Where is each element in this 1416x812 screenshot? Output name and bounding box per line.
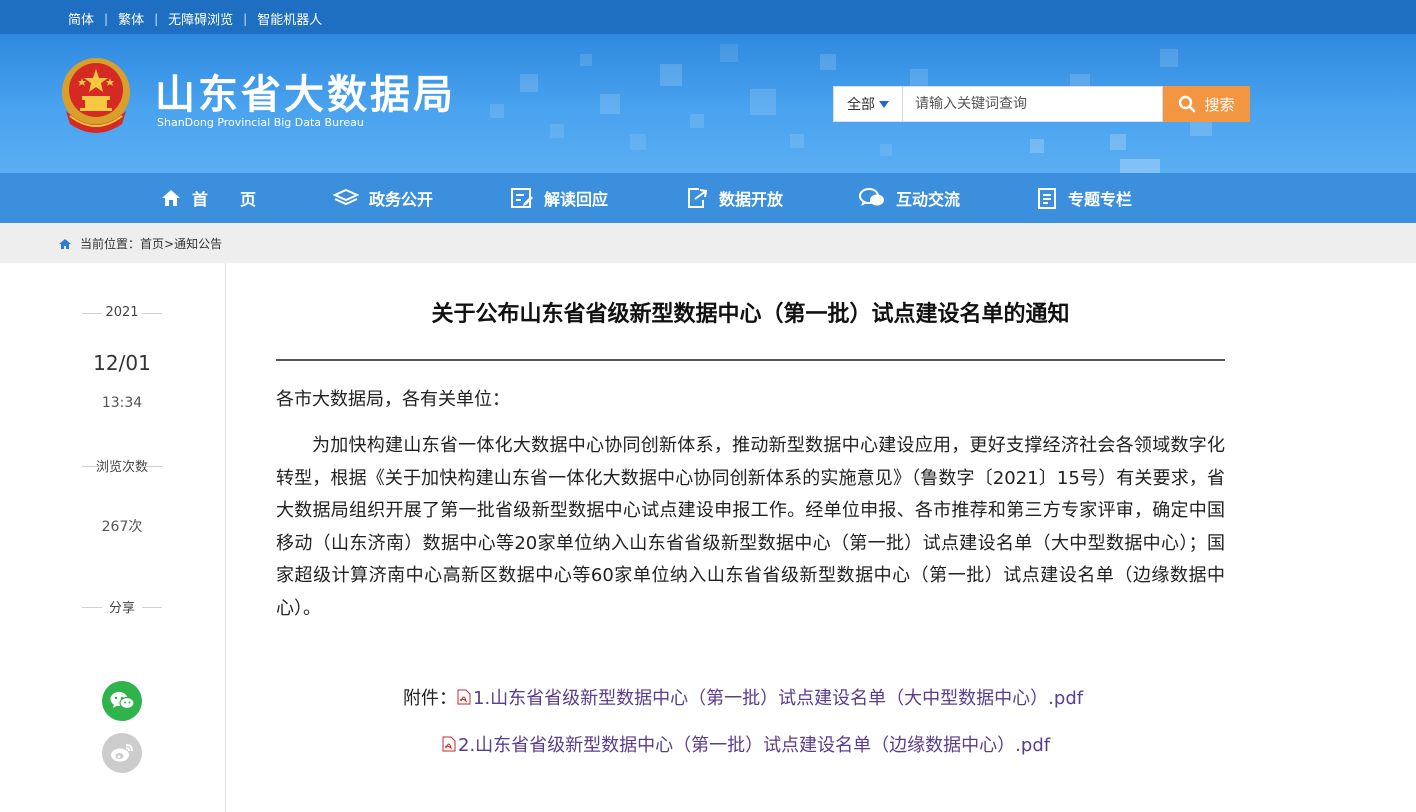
share-label: 分享 — [82, 597, 162, 616]
traditional-chinese-link[interactable]: 繁体 — [118, 9, 144, 28]
edit-doc-icon — [511, 188, 533, 208]
separator: | — [243, 11, 248, 26]
nav-label: 数据开放 — [719, 190, 784, 209]
article-title: 关于公布山东省省级新型数据中心（第一批）试点建设名单的通知 — [431, 302, 1070, 327]
view-count: 267次 — [101, 519, 143, 535]
nav-item-government-affairs[interactable]: 政务公开 — [333, 173, 433, 223]
breadcrumb-prefix: 当前位置： — [80, 237, 141, 251]
page: 简体 | 繁体 | 无障碍浏览 | 智能机器人 山东省大数据局 ShanDong… — [0, 0, 1416, 812]
main-nav: 首 页 政务公开 解读回应 数据开放 互动交流 专题专栏 — [0, 173, 1416, 223]
top-utility-bar: 简体 | 繁体 | 无障碍浏览 | 智能机器人 — [0, 0, 1416, 34]
home-icon — [59, 238, 71, 249]
nav-label: 政务公开 — [369, 190, 434, 209]
nav-label: 解读回应 — [544, 190, 609, 209]
nav-label: 首 页 — [192, 190, 257, 209]
breadcrumb: 当前位置： 首页 > 通知公告 — [58, 235, 222, 252]
article-body: 为加快构建山东省一体化大数据中心协同创新体系，推动新型数据中心建设应用，更好支撑… — [276, 435, 1225, 619]
national-emblem-icon — [62, 58, 130, 133]
pdf-icon — [442, 736, 456, 752]
document-icon — [1038, 188, 1056, 209]
attachment-link-2[interactable]: 2.山东省省级新型数据中心（第一批）试点建设名单（边缘数据中心）.pdf — [458, 731, 1050, 757]
separator: | — [104, 11, 109, 26]
top-links: 简体 | 繁体 | 无障碍浏览 | 智能机器人 — [68, 9, 322, 29]
site-header: 山东省大数据局 ShanDong Provincial Big Data Bur… — [0, 34, 1416, 173]
chat-icon — [859, 188, 884, 206]
title-divider — [276, 359, 1225, 361]
share-weibo-button[interactable] — [102, 733, 142, 773]
publish-time: 13:34 — [101, 395, 143, 411]
share-wechat-button[interactable] — [102, 681, 142, 721]
views-label: 浏览次数 — [82, 456, 162, 475]
simplified-chinese-link[interactable]: 简体 — [68, 9, 94, 28]
search-scope-label: 全部 — [847, 97, 875, 113]
breadcrumb-bar: 当前位置： 首页 > 通知公告 — [0, 223, 1416, 263]
home-icon — [162, 190, 180, 206]
nav-item-home[interactable]: 首 页 — [160, 173, 256, 223]
breadcrumb-separator: > — [164, 236, 175, 251]
article-meta-column: 2021 12/01 13:34 浏览次数 267次 分享 — [0, 263, 226, 812]
export-icon — [688, 188, 708, 208]
separator: | — [154, 11, 159, 26]
site-title: 山东省大数据局 — [155, 72, 456, 118]
nav-item-open-data[interactable]: 数据开放 — [685, 173, 783, 223]
nav-item-interaction[interactable]: 互动交流 — [858, 173, 960, 223]
nav-item-special-topics[interactable]: 专题专栏 — [1036, 173, 1132, 223]
nav-item-interpretation[interactable]: 解读回应 — [510, 173, 608, 223]
nav-label: 专题专栏 — [1068, 190, 1133, 209]
publish-year: 2021 — [82, 305, 162, 320]
layers-icon — [333, 188, 359, 206]
search-scope-dropdown[interactable]: 全部 — [833, 86, 903, 122]
breadcrumb-notices-link[interactable]: 通知公告 — [174, 235, 222, 252]
caret-down-icon — [879, 100, 889, 108]
article-greeting: 各市大数据局，各有关单位： — [276, 389, 510, 410]
search-button-label: 搜索 — [1204, 95, 1235, 114]
attachment-label: 附件： — [403, 688, 457, 709]
site-subtitle: ShanDong Provincial Big Data Bureau — [157, 116, 364, 129]
attachment-link-1[interactable]: 1.山东省省级新型数据中心（第一批）试点建设名单（大中型数据中心）.pdf — [473, 684, 1083, 710]
weibo-icon — [111, 744, 133, 762]
search-input[interactable] — [903, 86, 1163, 122]
publish-date: 12/01 — [93, 351, 151, 375]
nav-label: 互动交流 — [896, 190, 961, 209]
attachment-row-2: 2.山东省省级新型数据中心（第一批）试点建设名单（边缘数据中心）.pdf — [442, 731, 1050, 757]
breadcrumb-home-link[interactable]: 首页 — [140, 235, 164, 252]
accessibility-link[interactable]: 无障碍浏览 — [168, 9, 233, 28]
smart-robot-link[interactable]: 智能机器人 — [257, 9, 322, 28]
wechat-icon — [110, 692, 135, 710]
pdf-icon — [457, 689, 471, 705]
search-button[interactable]: 搜索 — [1163, 86, 1250, 122]
attachment-row-1: 附件： 1.山东省省级新型数据中心（第一批）试点建设名单（大中型数据中心）.pd… — [403, 684, 1083, 710]
search-bar: 全部 搜索 — [833, 86, 1250, 122]
search-icon — [1179, 95, 1196, 113]
